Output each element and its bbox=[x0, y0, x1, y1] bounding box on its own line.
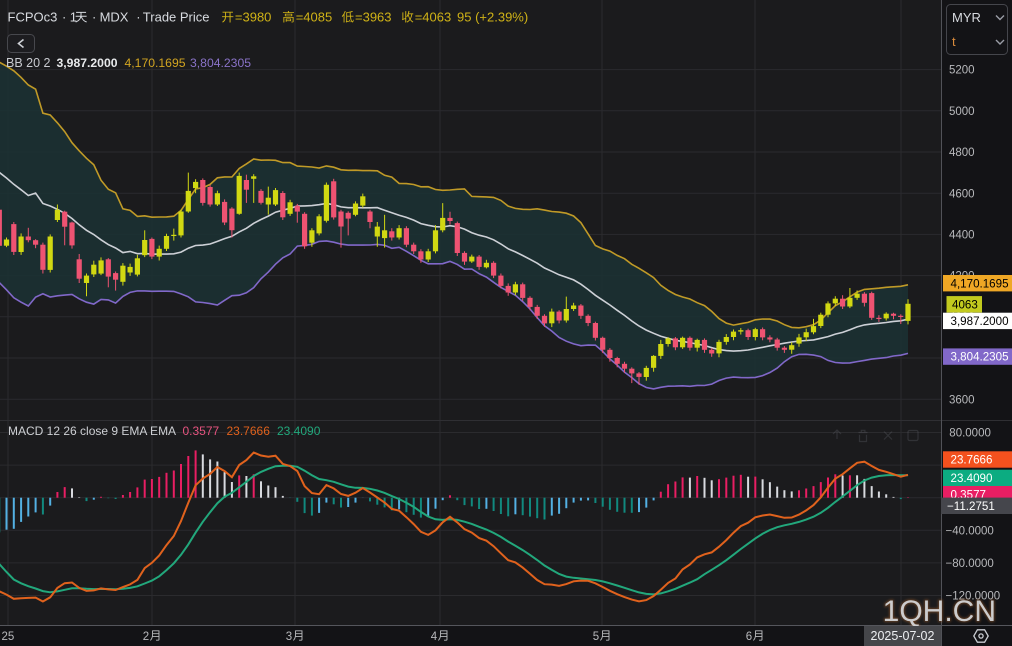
svg-text:·: · bbox=[62, 10, 66, 25]
svg-text:MACD 12 26 close 9 EMA EMA: MACD 12 26 close 9 EMA EMA bbox=[8, 424, 176, 438]
svg-text:−11.2751: −11.2751 bbox=[947, 500, 995, 513]
svg-text:=3963: =3963 bbox=[355, 10, 392, 25]
svg-text:−80.0000: −80.0000 bbox=[946, 558, 994, 570]
svg-text:MYR: MYR bbox=[952, 10, 981, 25]
svg-text:·: · bbox=[136, 10, 140, 25]
svg-text:−40.0000: −40.0000 bbox=[946, 525, 994, 537]
svg-text:3,987.2000: 3,987.2000 bbox=[951, 315, 1009, 328]
svg-text:3,987.2000: 3,987.2000 bbox=[57, 56, 118, 70]
svg-text:3: 3 bbox=[286, 631, 292, 643]
svg-text:4063: 4063 bbox=[952, 298, 978, 311]
svg-text:=4063: =4063 bbox=[415, 10, 452, 25]
svg-text:1QH.CN: 1QH.CN bbox=[883, 595, 996, 628]
svg-text:6: 6 bbox=[746, 631, 752, 643]
svg-text:23.7666: 23.7666 bbox=[951, 454, 993, 467]
svg-text:23.4090: 23.4090 bbox=[277, 424, 321, 438]
svg-text:MDX: MDX bbox=[100, 10, 129, 25]
svg-text:t: t bbox=[952, 34, 956, 49]
svg-text:5200: 5200 bbox=[949, 65, 975, 77]
svg-text:4,170.1695: 4,170.1695 bbox=[125, 56, 186, 70]
svg-text:=3980: =3980 bbox=[235, 10, 272, 25]
svg-text:4600: 4600 bbox=[949, 188, 975, 200]
svg-text:4800: 4800 bbox=[949, 147, 975, 159]
svg-text:23.7666: 23.7666 bbox=[227, 424, 271, 438]
svg-text:23.4090: 23.4090 bbox=[951, 472, 993, 485]
svg-text:0.3577: 0.3577 bbox=[183, 424, 220, 438]
svg-text:4,170.1695: 4,170.1695 bbox=[951, 277, 1009, 290]
svg-text:4400: 4400 bbox=[949, 230, 975, 242]
svg-text:2025-07-02: 2025-07-02 bbox=[871, 629, 935, 643]
svg-text:3,804.2305: 3,804.2305 bbox=[951, 351, 1009, 364]
svg-text:·: · bbox=[92, 10, 96, 25]
svg-text:3,804.2305: 3,804.2305 bbox=[190, 56, 251, 70]
svg-text:95 (+2.39%): 95 (+2.39%) bbox=[457, 10, 528, 25]
svg-text:FCPOc3: FCPOc3 bbox=[8, 10, 58, 25]
svg-text:5: 5 bbox=[593, 631, 599, 643]
svg-text:2: 2 bbox=[143, 631, 149, 643]
svg-text:4: 4 bbox=[431, 631, 438, 643]
svg-text:25: 25 bbox=[2, 631, 15, 643]
svg-text:80.0000: 80.0000 bbox=[949, 428, 991, 440]
svg-text:5000: 5000 bbox=[949, 106, 975, 118]
svg-text:BB 20 2: BB 20 2 bbox=[6, 56, 51, 70]
svg-text:3600: 3600 bbox=[949, 394, 975, 406]
svg-text:Trade Price: Trade Price bbox=[143, 10, 210, 25]
svg-text:=4085: =4085 bbox=[296, 10, 333, 25]
